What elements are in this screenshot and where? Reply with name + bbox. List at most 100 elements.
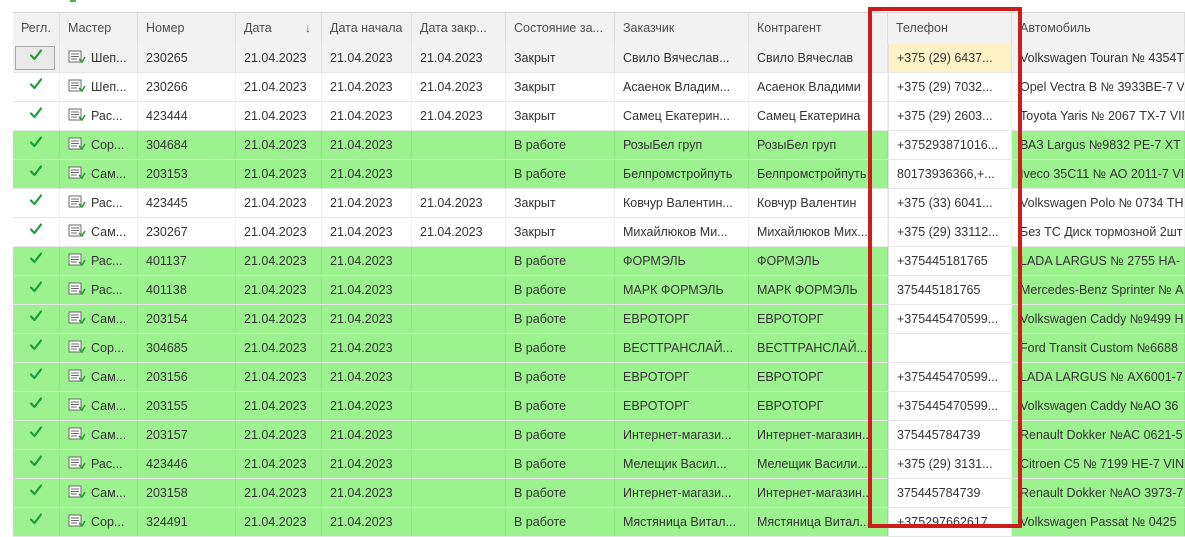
cell-contractor[interactable]: ЕВРОТОРГ: [749, 363, 888, 391]
regl-check-icon[interactable]: [13, 508, 60, 536]
cell-contractor[interactable]: Ковчур Валентин: [749, 189, 888, 217]
cell-date[interactable]: 21.04.2023: [236, 334, 322, 362]
cell-customer[interactable]: ЕВРОТОРГ: [615, 392, 749, 420]
cell-date[interactable]: 21.04.2023: [236, 421, 322, 449]
cell-phone[interactable]: 375445784739: [888, 421, 1012, 449]
cell-master[interactable]: Рас...: [60, 450, 138, 478]
cell-date-close[interactable]: 21.04.2023: [412, 44, 506, 72]
cell-date[interactable]: 21.04.2023: [236, 247, 322, 275]
cell-state[interactable]: В работе: [506, 363, 615, 391]
cell-number[interactable]: 230265: [138, 44, 236, 72]
cell-contractor[interactable]: Белпромстройпуть: [749, 160, 888, 188]
cell-car[interactable]: LADA LARGUS № АХ6001-7: [1012, 363, 1185, 391]
table-row[interactable]: Шеп... 230265 21.04.2023 21.04.2023 21.04.20…: [13, 44, 1185, 73]
table-row[interactable]: Сор... 304684 21.04.2023 21.04.2023 В работе…: [13, 131, 1185, 160]
cell-contractor[interactable]: МАРК ФОРМЭЛЬ: [749, 276, 888, 304]
cell-car[interactable]: Toyota Yaris № 2067 ТХ-7 VIN: [1012, 102, 1185, 130]
cell-date-start[interactable]: 21.04.2023: [322, 189, 412, 217]
cell-master[interactable]: Сам...: [60, 421, 138, 449]
cell-state[interactable]: В работе: [506, 334, 615, 362]
cell-number[interactable]: 423445: [138, 189, 236, 217]
cell-number[interactable]: 401138: [138, 276, 236, 304]
table-row[interactable]: Сор... 324491 21.04.2023 21.04.2023 В работе…: [13, 508, 1185, 537]
cell-customer[interactable]: МАРК ФОРМЭЛЬ: [615, 276, 749, 304]
cell-date-close[interactable]: [412, 160, 506, 188]
cell-state[interactable]: В работе: [506, 247, 615, 275]
cell-date[interactable]: 21.04.2023: [236, 508, 322, 536]
cell-master[interactable]: Рас...: [60, 189, 138, 217]
cell-contractor[interactable]: Асаенок Владими: [749, 73, 888, 101]
col-header-phone[interactable]: Телефон: [888, 13, 1012, 44]
cell-number[interactable]: 203158: [138, 479, 236, 507]
cell-state[interactable]: В работе: [506, 392, 615, 420]
table-row[interactable]: Сам... 203155 21.04.2023 21.04.2023 В работе…: [13, 392, 1185, 421]
cell-customer[interactable]: Белпромстройпуть: [615, 160, 749, 188]
cell-state[interactable]: В работе: [506, 276, 615, 304]
cell-customer[interactable]: Мястяница Витал...: [615, 508, 749, 536]
cell-date[interactable]: 21.04.2023: [236, 189, 322, 217]
cell-master[interactable]: Сор...: [60, 131, 138, 159]
table-row[interactable]: Сам... 203154 21.04.2023 21.04.2023 В работе…: [13, 305, 1185, 334]
table-row[interactable]: Сам... 203157 21.04.2023 21.04.2023 В работе…: [13, 421, 1185, 450]
cell-master[interactable]: Рас...: [60, 276, 138, 304]
col-header-contractor[interactable]: Контрагент: [749, 13, 888, 44]
table-row[interactable]: Рас... 423446 21.04.2023 21.04.2023 В работе…: [13, 450, 1185, 479]
cell-customer[interactable]: ВЕСТТРАНСЛАЙ...: [615, 334, 749, 362]
cell-state[interactable]: В работе: [506, 305, 615, 333]
table-row[interactable]: Рас... 401137 21.04.2023 21.04.2023 В работе…: [13, 247, 1185, 276]
col-header-regl[interactable]: Регл.: [13, 13, 60, 44]
col-header-car[interactable]: Автомобиль: [1012, 13, 1185, 44]
cell-contractor[interactable]: ЕВРОТОРГ: [749, 305, 888, 333]
cell-date-start[interactable]: 21.04.2023: [322, 247, 412, 275]
cell-master[interactable]: Рас...: [60, 247, 138, 275]
cell-car[interactable]: Volkswagen Caddy №АО 36: [1012, 392, 1185, 420]
regl-check-icon[interactable]: [13, 450, 60, 478]
cell-number[interactable]: 401137: [138, 247, 236, 275]
cell-number[interactable]: 203153: [138, 160, 236, 188]
cell-date[interactable]: 21.04.2023: [236, 392, 322, 420]
cell-number[interactable]: 423446: [138, 450, 236, 478]
cell-customer[interactable]: Ковчур Валентин...: [615, 189, 749, 217]
cell-date-start[interactable]: 21.04.2023: [322, 392, 412, 420]
cell-date-close[interactable]: [412, 392, 506, 420]
cell-number[interactable]: 203156: [138, 363, 236, 391]
cell-date-close[interactable]: [412, 479, 506, 507]
cell-car[interactable]: Renault Dokker №АС 0621-5: [1012, 421, 1185, 449]
cell-date-close[interactable]: [412, 421, 506, 449]
cell-contractor[interactable]: Интернет-магазин...: [749, 421, 888, 449]
regl-check-icon[interactable]: [13, 421, 60, 449]
regl-check-icon[interactable]: [13, 189, 60, 217]
regl-check-icon[interactable]: [13, 160, 60, 188]
cell-date-close[interactable]: [412, 363, 506, 391]
cell-date[interactable]: 21.04.2023: [236, 363, 322, 391]
table-row[interactable]: Рас... 423445 21.04.2023 21.04.2023 21.04.20…: [13, 189, 1185, 218]
cell-contractor[interactable]: ВЕСТТРАНСЛАЙ...: [749, 334, 888, 362]
cell-master[interactable]: Сам...: [60, 218, 138, 246]
cell-date-start[interactable]: 21.04.2023: [322, 334, 412, 362]
cell-contractor[interactable]: ФОРМЭЛЬ: [749, 247, 888, 275]
col-header-number[interactable]: Номер: [138, 13, 236, 44]
cell-state[interactable]: В работе: [506, 450, 615, 478]
cell-date-close[interactable]: 21.04.2023: [412, 73, 506, 101]
cell-customer[interactable]: Самец Екатерин...: [615, 102, 749, 130]
col-header-master[interactable]: Мастер: [60, 13, 138, 44]
cell-contractor[interactable]: Мелещик Васили...: [749, 450, 888, 478]
cell-contractor[interactable]: ЕВРОТОРГ: [749, 392, 888, 420]
cell-number[interactable]: 423444: [138, 102, 236, 130]
cell-contractor[interactable]: Свило Вячеслав: [749, 44, 888, 72]
cell-customer[interactable]: Интернет-магази...: [615, 479, 749, 507]
cell-state[interactable]: Закрыт: [506, 44, 615, 72]
cell-customer[interactable]: Интернет-магази...: [615, 421, 749, 449]
cell-state[interactable]: В работе: [506, 160, 615, 188]
cell-number[interactable]: 304684: [138, 131, 236, 159]
cell-date-close[interactable]: [412, 305, 506, 333]
cell-date-close[interactable]: [412, 334, 506, 362]
table-row[interactable]: Сор... 304685 21.04.2023 21.04.2023 В работе…: [13, 334, 1185, 363]
cell-car[interactable]: Без ТС Диск тормозной 2шт: [1012, 218, 1185, 246]
cell-contractor[interactable]: Мястяница Витал...: [749, 508, 888, 536]
table-row[interactable]: Сам... 203153 21.04.2023 21.04.2023 В работе…: [13, 160, 1185, 189]
cell-number[interactable]: 203157: [138, 421, 236, 449]
cell-date-start[interactable]: 21.04.2023: [322, 44, 412, 72]
regl-check-icon[interactable]: [13, 247, 60, 275]
cell-car[interactable]: Opel Vectra B № 3933ВЕ-7 VI: [1012, 73, 1185, 101]
